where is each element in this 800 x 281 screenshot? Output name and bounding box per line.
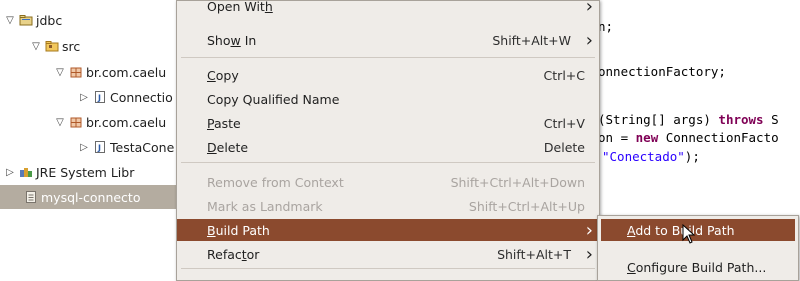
- menu-item-label: Delete: [207, 139, 249, 155]
- menu-item-paste[interactable]: Paste Ctrl+V: [177, 112, 599, 134]
- menu-item-label: Add to Build Path: [627, 222, 735, 238]
- shortcut-label: Ctrl+V: [543, 115, 585, 131]
- menu-item-delete[interactable]: Delete Delete: [177, 136, 599, 158]
- tree-item[interactable]: ▽ jdbc: [0, 8, 204, 32]
- mouse-cursor-icon: [682, 223, 696, 247]
- submenu-arrow-icon: ›: [585, 0, 593, 17]
- menu-item-copy-qualified-name[interactable]: Copy Qualified Name: [177, 88, 599, 110]
- tree-item-label: br.com.caelu: [86, 64, 167, 80]
- build-path-submenu: Add to Build Path Configure Build Path...: [597, 215, 799, 281]
- tree-item-label: TestaCone: [110, 139, 175, 155]
- code-token: "Conectado": [602, 149, 685, 164]
- code-line: onnectionFactory;: [598, 64, 726, 79]
- code-token: );: [684, 149, 700, 164]
- twisty-icon[interactable]: ▽: [30, 41, 42, 52]
- menu-item-label: Copy Qualified Name: [207, 91, 340, 107]
- code-line: n;: [598, 19, 613, 34]
- menu-item-build-path[interactable]: Build Path ›: [177, 219, 599, 241]
- shortcut-label: Shift+Ctrl+Alt+Up: [468, 198, 585, 214]
- menu-item-copy[interactable]: Copy Ctrl+C: [177, 64, 599, 86]
- menu-item-label: Mark as Landmark: [207, 198, 323, 214]
- tree-item-label: src: [62, 38, 81, 54]
- menu-item-refactor[interactable]: Refactor Shift+Alt+T ›: [177, 243, 599, 265]
- menu-item-label: Paste: [207, 115, 241, 131]
- tree-item-label: jdbc: [36, 12, 63, 28]
- tree-item-label: mysql-connecto: [41, 189, 141, 205]
- code-token: throws: [718, 112, 764, 127]
- menu-separator: [181, 57, 595, 58]
- menu-item-add-to-build-path[interactable]: Add to Build Path: [601, 219, 795, 241]
- package-icon: [69, 115, 83, 129]
- context-menu: Open With › Show In Shift+Alt+W › Copy Ctrl+C C…: [176, 0, 600, 281]
- menu-item-label: Configure Build Path...: [627, 259, 767, 275]
- submenu-arrow-icon: ›: [585, 243, 593, 265]
- package-icon: [69, 65, 83, 79]
- menu-item-open-with[interactable]: Open With ›: [177, 0, 599, 17]
- twisty-icon[interactable]: ▽: [4, 15, 16, 26]
- tree-item-label: JRE System Libr: [36, 164, 135, 180]
- menu-item-label: Copy: [207, 67, 239, 83]
- menu-item-configure-build-path[interactable]: Configure Build Path...: [601, 256, 795, 278]
- library-icon: [19, 165, 33, 179]
- code-token: on =: [598, 130, 636, 145]
- twisty-icon[interactable]: ▷: [4, 167, 16, 178]
- tree-item[interactable]: ▷ JRE System Libr: [0, 160, 204, 184]
- tree-item-label: Connectio: [110, 89, 173, 105]
- menu-item-show-in[interactable]: Show In Shift+Alt+W ›: [177, 29, 599, 51]
- menu-item-label: Open With: [207, 0, 273, 14]
- code-token: (String[] args): [598, 112, 719, 127]
- shortcut-label: Ctrl+C: [543, 67, 585, 83]
- shortcut-label: Shift+Alt+W: [492, 32, 571, 48]
- menu-item-remove-from-context: Remove from Context Shift+Ctrl+Alt+Down: [177, 171, 599, 193]
- svg-text:J: J: [97, 144, 101, 153]
- menu-item-label: Remove from Context: [207, 174, 344, 190]
- code-line: "Conectado");: [602, 149, 700, 164]
- code-line: (String[] args) throws S: [598, 112, 779, 127]
- code-token: S: [763, 112, 779, 127]
- menu-item-label: Build Path: [207, 222, 270, 238]
- tree-item-label: br.com.caelu: [86, 114, 167, 130]
- submenu-arrow-icon: ›: [585, 29, 593, 51]
- java-file-icon: J: [93, 140, 107, 154]
- code-token: ConnectionFacto: [658, 130, 779, 145]
- svg-text:J: J: [97, 94, 101, 103]
- twisty-icon[interactable]: ▷: [78, 142, 90, 153]
- package-explorer: ▽ jdbc ▽ src ▽ br.com.caelu ▷ J Connectio ▽ br.com…: [0, 0, 224, 279]
- code-line: on = new ConnectionFacto: [598, 130, 779, 145]
- menu-item-label: Refactor: [207, 246, 260, 262]
- twisty-icon[interactable]: ▷: [78, 92, 90, 103]
- java-file-icon: J: [93, 90, 107, 104]
- menu-separator: [181, 162, 595, 163]
- shortcut-label: Delete: [543, 139, 585, 155]
- project-folder-icon: [19, 13, 33, 27]
- source-folder-icon: [45, 39, 59, 53]
- menu-item-label: Show In: [207, 32, 257, 48]
- twisty-icon[interactable]: ▽: [54, 117, 66, 128]
- code-token: onnectionFactory;: [598, 64, 726, 79]
- code-token: n;: [598, 19, 614, 34]
- menu-separator: [181, 268, 595, 269]
- menu-item-mark-as-landmark: Mark as Landmark Shift+Ctrl+Alt+Up: [177, 195, 599, 217]
- shortcut-label: Shift+Alt+T: [497, 246, 571, 262]
- code-token: new: [635, 130, 659, 145]
- jar-file-icon: [24, 190, 38, 204]
- submenu-arrow-icon: ›: [585, 219, 593, 241]
- shortcut-label: Shift+Ctrl+Alt+Down: [450, 174, 585, 190]
- twisty-icon[interactable]: ▽: [54, 67, 66, 78]
